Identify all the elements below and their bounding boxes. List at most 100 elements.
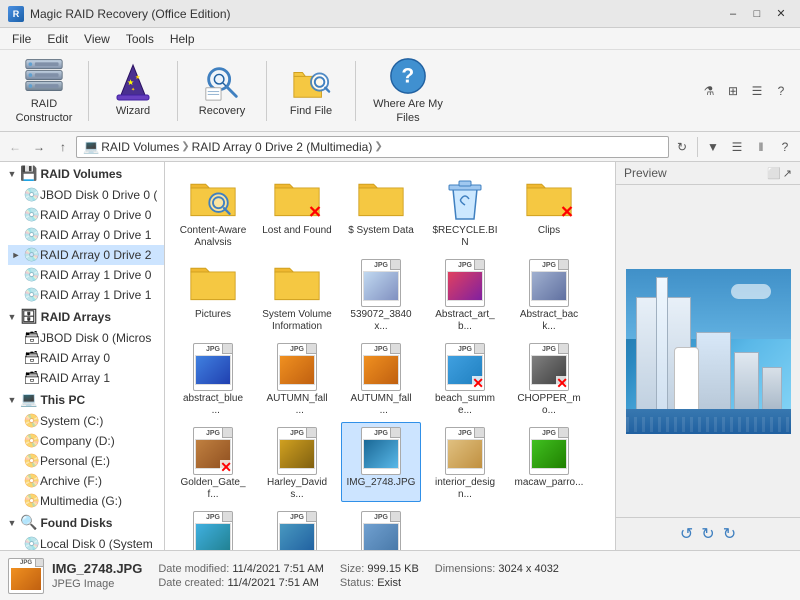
view-large-button[interactable]: ⊞ xyxy=(722,80,744,102)
file-item-16[interactable]: JPG Harley_Davids... xyxy=(257,422,337,502)
file-item-12[interactable]: JPG AUTUMN_fall_... xyxy=(341,338,421,418)
rotate-right-button[interactable]: ↻ xyxy=(723,524,736,544)
back-button[interactable]: ← xyxy=(4,136,26,158)
filter-addr-button[interactable]: ▼ xyxy=(702,136,724,158)
tree-group-raid-volumes[interactable]: ▼ 💾 RAID Volumes xyxy=(0,162,164,185)
file-name-12: AUTUMN_fall_... xyxy=(346,393,416,413)
jpg-icon-area-19: JPG xyxy=(525,427,573,475)
file-item-17[interactable]: JPG IMG_2748.JPG xyxy=(341,422,421,502)
file-item-6[interactable]: System Volume Information xyxy=(257,254,337,334)
preview-detach-icon[interactable]: ↗ xyxy=(783,167,792,180)
tree-item-raid-a0-d0[interactable]: 💿 RAID Array 0 Drive 0 xyxy=(8,205,164,225)
tree-item-system-c[interactable]: 📀 System (C:) xyxy=(8,411,164,431)
toolbar-separator-2 xyxy=(177,61,178,121)
file-item-9[interactable]: JPG Abstract_back... xyxy=(509,254,589,334)
file-item-4[interactable]: ✕ Clips xyxy=(509,170,589,250)
tree-group-this-pc[interactable]: ▼ 💻 This PC xyxy=(0,388,164,411)
tree-item-raid-a1-d1[interactable]: 💿 RAID Array 1 Drive 1 xyxy=(8,285,164,305)
tree-item-raid-a0-d1[interactable]: 💿 RAID Array 0 Drive 1 xyxy=(8,225,164,245)
preview-expand-icon[interactable]: ⬜ xyxy=(767,167,781,180)
file-item-2[interactable]: $ System Data xyxy=(341,170,421,250)
tree-group-found-disks[interactable]: ▼ 🔍 Found Disks xyxy=(0,511,164,534)
file-item-7[interactable]: JPG 539072_3840x... xyxy=(341,254,421,334)
file-item-10[interactable]: JPG abstract_blue_... xyxy=(173,338,253,418)
view-list-button[interactable]: ☰ xyxy=(746,80,768,102)
jpg-icon-area-17: JPG xyxy=(357,427,405,475)
file-name-11: AUTUMN_fall_... xyxy=(262,393,332,413)
path-segment-1[interactable]: RAID Array 0 Drive 2 (Multimedia) xyxy=(192,140,373,154)
tree-item-multimedia-g[interactable]: 📀 Multimedia (G:) xyxy=(8,491,164,511)
window-controls[interactable]: – □ ✕ xyxy=(722,5,792,23)
file-item-3[interactable]: $RECYCLE.BIN xyxy=(425,170,505,250)
menu-tools[interactable]: Tools xyxy=(118,30,162,48)
file-tree: ▼ 💾 RAID Volumes 💿 JBOD Disk 0 Drive 0 (… xyxy=(0,162,165,550)
file-item-22[interactable]: JPG Mountains_cl... xyxy=(341,506,421,550)
svg-text:✕: ✕ xyxy=(560,202,573,221)
file-item-0[interactable]: Content-Aware Analysis xyxy=(173,170,253,250)
file-item-8[interactable]: JPG Abstract_art_b... xyxy=(425,254,505,334)
expand-found-disks[interactable]: ▼ xyxy=(4,515,20,531)
tree-item-jbod-disk0[interactable]: 🗃 JBOD Disk 0 (Micros xyxy=(8,328,164,348)
expand-this-pc[interactable]: ▼ xyxy=(4,392,20,408)
expand-raid-volumes[interactable]: ▼ xyxy=(4,166,20,182)
find-file-icon xyxy=(291,63,331,103)
columns-button[interactable]: ‖ xyxy=(750,136,772,158)
file-item-19[interactable]: JPG macaw_parro... xyxy=(509,422,589,502)
file-name-15: Golden_Gate_f... xyxy=(178,477,248,497)
where-are-my-files-button[interactable]: ? Where Are My Files xyxy=(364,55,452,127)
tree-item-jbod-disk0-drive0[interactable]: 💿 JBOD Disk 0 Drive 0 ( xyxy=(8,185,164,205)
file-item-5[interactable]: Pictures xyxy=(173,254,253,334)
recovery-label: Recovery xyxy=(199,105,245,118)
recovery-button[interactable]: Recovery xyxy=(186,55,258,127)
file-item-14[interactable]: JPG CHOPPER_mo... xyxy=(509,338,589,418)
file-grid[interactable]: Content-Aware Analysis ✕ Lost and Found xyxy=(165,162,615,550)
view-toggle-button[interactable]: ☰ xyxy=(726,136,748,158)
tree-group-raid-arrays[interactable]: ▼ 🗄 RAID Arrays xyxy=(0,305,164,328)
status-filename: IMG_2748.JPG xyxy=(52,561,142,576)
help-button[interactable]: ? xyxy=(770,80,792,102)
refresh-preview-button[interactable]: ↻ xyxy=(701,524,714,544)
file-item-1[interactable]: ✕ Lost and Found xyxy=(257,170,337,250)
close-button[interactable]: ✕ xyxy=(770,5,792,23)
wizard-button[interactable]: ★ ★ ✦ Wizard xyxy=(97,55,169,127)
wizard-label: Wizard xyxy=(116,105,150,118)
tree-item-local-disk-0[interactable]: 💿 Local Disk 0 (System xyxy=(8,534,164,550)
filter-buttons: ⚗ ⊞ ☰ ? xyxy=(698,80,792,102)
maximize-button[interactable]: □ xyxy=(746,5,768,23)
filter-button[interactable]: ⚗ xyxy=(698,80,720,102)
file-item-20[interactable]: JPG Miami_Florida_... xyxy=(173,506,253,550)
recycle-icon-area xyxy=(441,175,489,223)
file-item-13[interactable]: JPG beach_summe... xyxy=(425,338,505,418)
tree-item-personal-e[interactable]: 📀 Personal (E:) xyxy=(8,451,164,471)
tree-item-company-d[interactable]: 📀 Company (D:) xyxy=(8,431,164,451)
tree-item-raid-array0[interactable]: 🗃 RAID Array 0 xyxy=(8,348,164,368)
up-button[interactable]: ↑ xyxy=(52,136,74,158)
folder-icon-area-4: ✕ xyxy=(525,175,573,223)
addr-help-button[interactable]: ? xyxy=(774,136,796,158)
jpg-icon-area-15: JPG xyxy=(189,427,237,475)
path-segment-0[interactable]: RAID Volumes xyxy=(101,140,179,154)
rotate-left-button[interactable]: ↺ xyxy=(680,524,693,544)
raid-constructor-button[interactable]: RAID Constructor xyxy=(8,55,80,127)
menu-help[interactable]: Help xyxy=(162,30,203,48)
file-item-11[interactable]: JPG AUTUMN_fall_... xyxy=(257,338,337,418)
menu-edit[interactable]: Edit xyxy=(39,30,76,48)
disk-icon-5: 💿 xyxy=(24,287,40,303)
tree-item-raid-a1-d0[interactable]: 💿 RAID Array 1 Drive 0 xyxy=(8,265,164,285)
tree-item-raid-array1[interactable]: 🗃 RAID Array 1 xyxy=(8,368,164,388)
file-item-18[interactable]: JPG interior_design... xyxy=(425,422,505,502)
forward-button[interactable]: → xyxy=(28,136,50,158)
file-item-21[interactable]: JPG Michigan_Chi... xyxy=(257,506,337,550)
minimize-button[interactable]: – xyxy=(722,5,744,23)
preview-header-icons[interactable]: ⬜ ↗ xyxy=(767,167,792,180)
address-path[interactable]: 💻 RAID Volumes ❯ RAID Array 0 Drive 2 (M… xyxy=(76,136,669,158)
menu-file[interactable]: File xyxy=(4,30,39,48)
expand-raid-arrays[interactable]: ▼ xyxy=(4,309,20,325)
tree-item-archive-f[interactable]: 📀 Archive (F:) xyxy=(8,471,164,491)
file-name-0: Content-Aware Analysis xyxy=(178,225,248,245)
refresh-address-button[interactable]: ↻ xyxy=(671,136,693,158)
find-file-button[interactable]: Find File xyxy=(275,55,347,127)
file-item-15[interactable]: JPG Golden_Gate_f... xyxy=(173,422,253,502)
menu-view[interactable]: View xyxy=(76,30,118,48)
tree-item-raid-a0-d2[interactable]: ► 💿 RAID Array 0 Drive 2 xyxy=(8,245,164,265)
